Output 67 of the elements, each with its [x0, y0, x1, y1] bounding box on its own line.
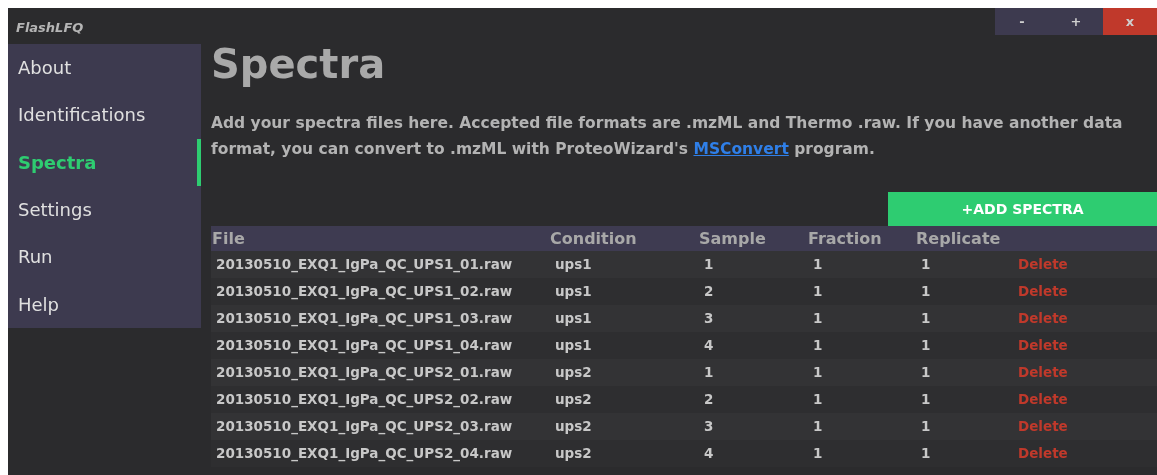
table-cell-text: 1	[812, 336, 824, 356]
table-cell-text: 1	[812, 444, 824, 464]
window-title: FlashLFQ	[16, 19, 84, 37]
table-cell-text: 20130510_EXQ1_IgPa_QC_UPS1_02.raw	[216, 282, 514, 302]
table-cell-text: ups2	[554, 390, 593, 410]
delete-button[interactable]: Delete	[1018, 416, 1068, 437]
page-description: Add your spectra files here. Accepted file formats are .mzML and Thermo .raw. If you have another data format, you can convert to .mzML with ProteoWizard's MSConvert program.	[211, 113, 1124, 160]
table-cell-text: 1	[812, 363, 824, 383]
table-cell-text: 2	[703, 282, 715, 302]
column-header: File	[212, 227, 246, 250]
column-header: Fraction	[808, 227, 883, 250]
table-cell-text: ups2	[554, 417, 593, 437]
table-cell-text: 1	[703, 255, 715, 275]
delete-button[interactable]: Delete	[1018, 389, 1068, 410]
table-cell-text: 1	[920, 282, 932, 302]
delete-button[interactable]: Delete	[1018, 335, 1068, 356]
sidebar-item[interactable]: Spectra	[8, 138, 201, 186]
table-cell-text: 20130510_EXQ1_IgPa_QC_UPS2_03.raw	[216, 417, 514, 437]
table-cell-text: 20130510_EXQ1_IgPa_QC_UPS2_04.raw	[216, 444, 514, 464]
table-cell-text: ups2	[554, 363, 593, 383]
sidebar-item[interactable]: About	[8, 44, 201, 92]
table-cell-text: 1	[920, 309, 932, 329]
delete-button[interactable]: Delete	[1018, 254, 1068, 275]
table-cell-text: 1	[920, 444, 932, 464]
sidebar-item[interactable]: Settings	[8, 185, 201, 234]
maximize-button[interactable]: +	[1049, 8, 1103, 35]
table-cell-text: ups1	[554, 309, 593, 329]
table-cell-text: 20130510_EXQ1_IgPa_QC_UPS1_03.raw	[216, 309, 514, 329]
table-cell-text: 1	[920, 390, 932, 410]
table-cell-text: 4	[703, 336, 715, 356]
column-header: Replicate	[916, 227, 1002, 250]
table-cell-text: 1	[812, 417, 824, 437]
sidebar-item[interactable]: Help	[8, 280, 201, 328]
table-cell-text: 1	[812, 309, 824, 329]
table-cell-text: ups1	[554, 336, 593, 356]
table-cell-text: 4	[703, 444, 715, 464]
delete-button[interactable]: Delete	[1018, 443, 1068, 464]
table-cell-text: 1	[920, 363, 932, 383]
delete-button[interactable]: Delete	[1018, 362, 1068, 383]
table-cell-text: 20130510_EXQ1_IgPa_QC_UPS1_04.raw	[216, 336, 514, 356]
page-title: Spectra	[211, 40, 387, 88]
minimize-button[interactable]: -	[995, 8, 1049, 35]
table-cell-text: 20130510_EXQ1_IgPa_QC_UPS1_01.raw	[216, 255, 514, 275]
table-cell-text: ups1	[554, 282, 593, 302]
table-cell-text: 1	[703, 363, 715, 383]
table-cell-text: 1	[920, 417, 932, 437]
table-cell-text: 20130510_EXQ1_IgPa_QC_UPS2_02.raw	[216, 390, 514, 410]
msconvert-link[interactable]: MSConvert	[693, 140, 789, 158]
column-header: Sample	[699, 227, 767, 250]
table-cell-text: 1	[920, 255, 932, 275]
table-cell-text: ups2	[554, 444, 593, 464]
close-button[interactable]: x	[1103, 8, 1157, 35]
column-header: Condition	[550, 227, 638, 250]
delete-button[interactable]: Delete	[1018, 308, 1068, 329]
add-spectra-button[interactable]: +ADD SPECTRA	[888, 192, 1157, 226]
sidebar-item[interactable]: Identifications	[8, 91, 201, 139]
table-cell-text: 2	[703, 390, 715, 410]
table-cell-text: 1	[812, 390, 824, 410]
sidebar-item[interactable]: Run	[8, 233, 201, 281]
table-cell-text: 3	[703, 417, 715, 437]
table-cell-text: 1	[920, 336, 932, 356]
table-cell-text: 1	[812, 255, 824, 275]
table-cell-text: 3	[703, 309, 715, 329]
table-cell-text: 20130510_EXQ1_IgPa_QC_UPS2_01.raw	[216, 363, 514, 383]
delete-button[interactable]: Delete	[1018, 281, 1068, 302]
table-cell-text: ups1	[554, 255, 593, 275]
table-cell-text: 1	[812, 282, 824, 302]
